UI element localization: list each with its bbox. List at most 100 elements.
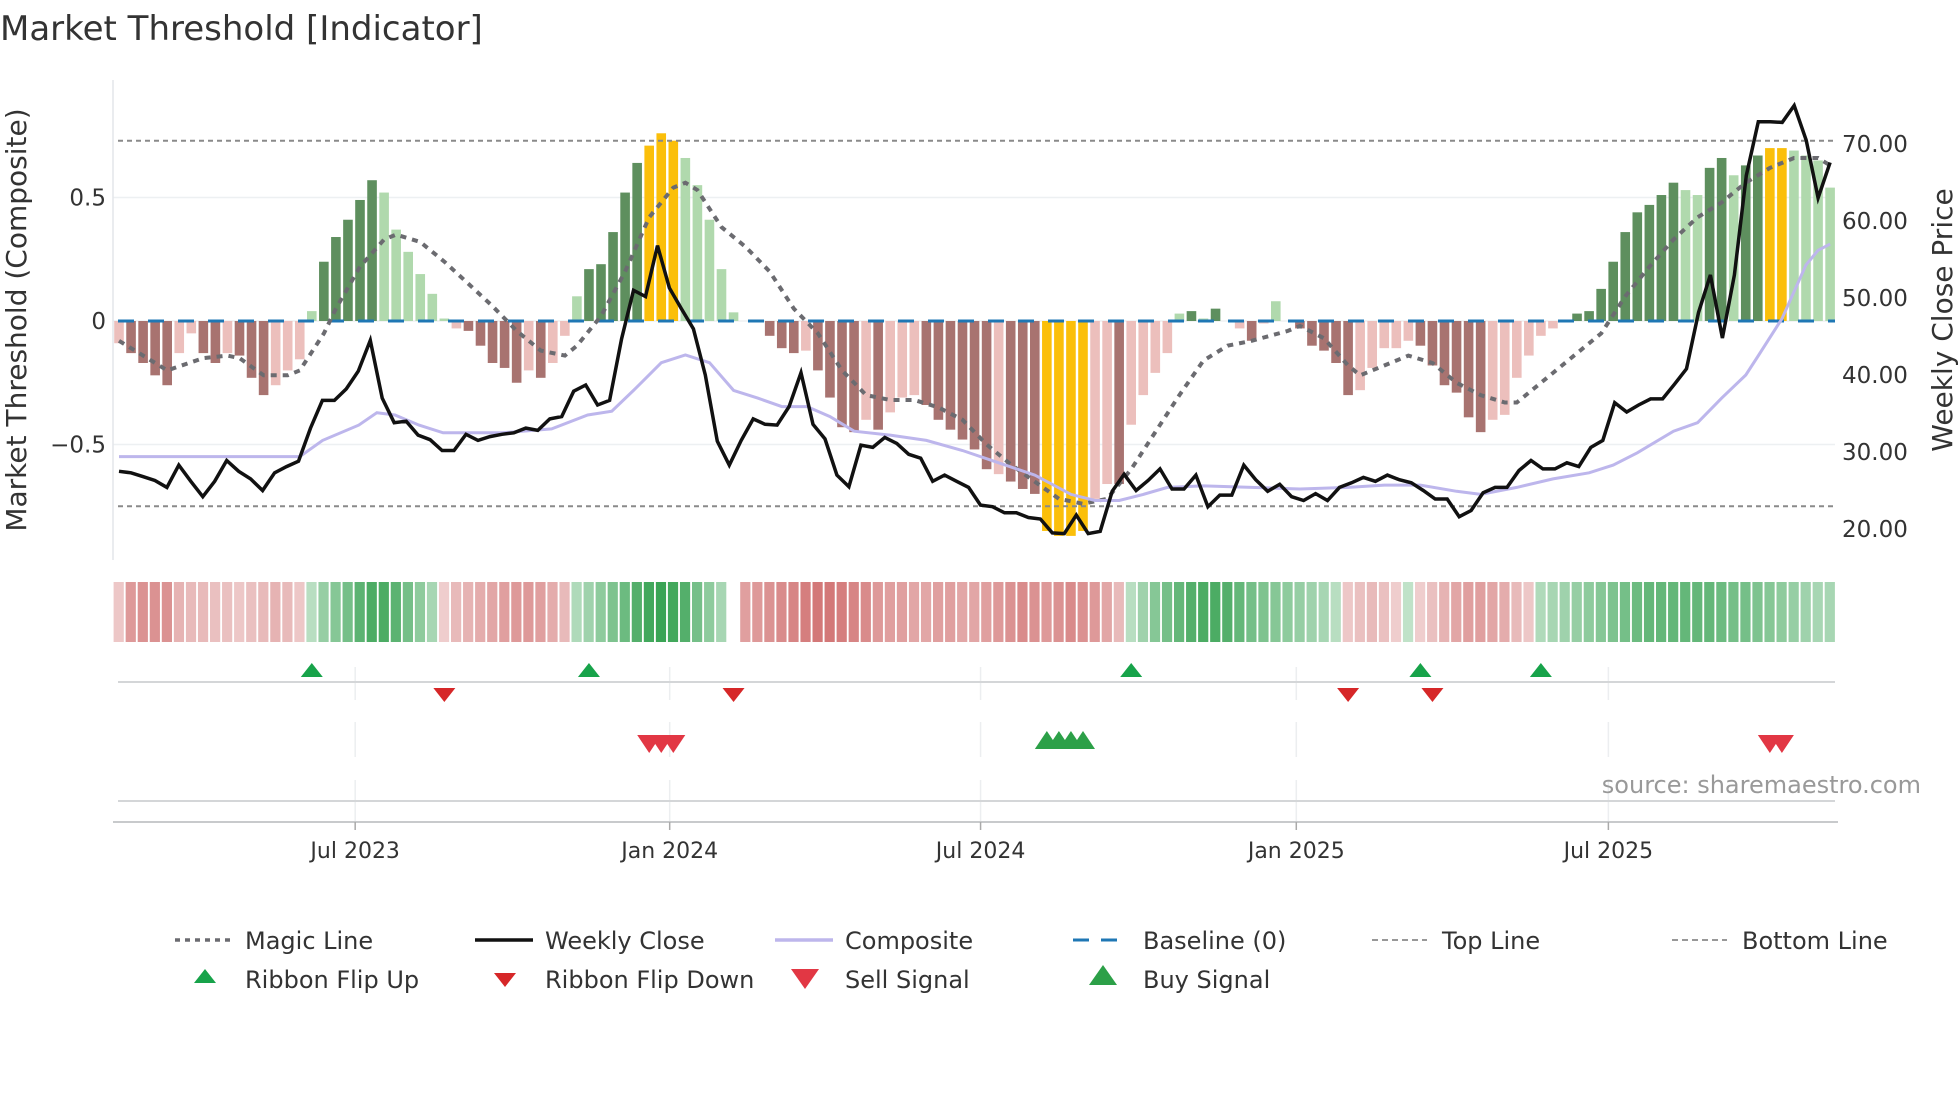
right-axis-ticks: 70.00 60.00 50.00 40.00 30.00 20.00 [1842,132,1908,543]
x-tick-label: Jan 2025 [1246,839,1345,864]
composite-bar [1246,321,1257,341]
composite-bar [560,321,570,336]
ribbon-cell [933,582,944,642]
composite-bar [1451,321,1462,393]
ribbon-cell [1607,582,1618,642]
ribbon-cell [294,582,305,642]
ribbon-cell [559,582,570,642]
ribbon-cell [655,582,667,642]
ribbon-flip-up-icon [1529,663,1552,677]
composite-bar [379,192,389,321]
ribbon-cell [1390,582,1402,642]
ribbon-cell [969,582,980,642]
legend-label: Bottom Line [1742,927,1888,955]
legend-item-sell: Sell Signal [791,966,970,994]
ribbon-cell [1475,582,1486,642]
ribbon-cell [1077,582,1088,642]
composite-bar [656,133,667,321]
ribbon-cell [1656,582,1667,642]
y2-tick-label: 70.00 [1842,132,1908,158]
ribbon-cell [1824,582,1835,642]
x-tick-label: Jul 2023 [308,839,400,864]
ribbon-cell [1559,582,1570,642]
ribbon-strip [113,582,1835,642]
composite-bar [1536,321,1546,336]
ribbon-cell [1378,582,1390,642]
composite-bar [1716,157,1727,321]
ribbon-cell [161,582,172,642]
ribbon-cell [354,582,365,642]
ribbon-cell [1595,582,1606,642]
ribbon-cell [920,582,932,642]
ribbon-cell [438,582,450,642]
ribbon-cell [788,582,799,642]
composite-bar [1186,311,1197,321]
composite-bar [1271,301,1281,321]
composite-bar [1210,308,1221,321]
ribbon-cell [1619,582,1631,642]
composite-bar [1548,321,1558,329]
composite-bar [1777,148,1787,321]
composite-bar [1753,155,1763,321]
composite-bar [764,321,775,336]
x-tick-label: Jul 2025 [1562,839,1654,864]
ribbon-cell [1740,582,1751,642]
ribbon-cell [1788,582,1799,642]
ribbon-flip-down-icon [1421,688,1444,702]
ribbon-cell [318,582,329,642]
legend-label: Ribbon Flip Down [545,966,754,994]
composite-bar [873,321,883,430]
x-axis: Jul 2023 Jan 2024 Jul 2024 Jan 2025 Jul 2025 [113,821,1838,864]
legend-item-magic: Magic Line [175,927,373,955]
ribbon-cell [258,582,269,642]
composite-bar [584,269,594,321]
composite-bar [1620,232,1631,321]
x-tick-label: Jul 2024 [934,839,1026,864]
composite-bar [150,321,160,376]
composite-bar [909,321,920,396]
composite-bar [825,321,835,398]
composite-bar [692,185,703,321]
ribbon-cell [812,582,823,642]
legend-item-buy: Buy Signal [1089,965,1270,994]
ribbon-cell [306,582,317,642]
composite-bar [1632,212,1643,321]
ribbon-cell [535,582,546,642]
ribbon-cell [270,582,281,642]
legend-item-baseline: Baseline (0) [1073,927,1286,955]
ribbon-cell [137,582,148,642]
ribbon-cell [475,582,486,642]
composite-bar [403,251,413,321]
ribbon-cell [1668,582,1679,642]
legend-label: Top Line [1441,927,1540,955]
composite-bar [813,321,823,371]
ribbon-cell [945,582,956,642]
ribbon-cell [342,582,353,642]
legend-flip-up-icon [194,969,216,983]
composite-bar [1114,321,1124,485]
ribbon-cell [451,582,462,642]
composite-bar [1042,321,1052,531]
legend-label: Magic Line [245,927,373,955]
composite-bar [548,321,558,363]
composite-bar [463,321,474,331]
composite-bar [1487,321,1498,420]
composite-bar [1090,321,1100,499]
ribbon-cell [1222,582,1233,642]
ribbon-cell [692,582,703,642]
composite-bar [704,219,715,321]
ribbon-cell [1704,582,1715,642]
ribbon-cell [1427,582,1438,642]
ribbon-cell [908,582,920,642]
ribbon-cell [800,582,811,642]
ribbon-flip-up-icon [300,663,323,677]
ribbon-cell [824,582,835,642]
ribbon-cell [1342,582,1353,642]
composite-bar [1150,321,1161,373]
ribbon-cell [487,582,498,642]
composite-bar [921,321,932,405]
ribbon-cell [1306,582,1317,642]
legend-sell-icon [791,969,819,989]
ribbon-cell [631,582,642,642]
ribbon-cell [836,582,847,642]
